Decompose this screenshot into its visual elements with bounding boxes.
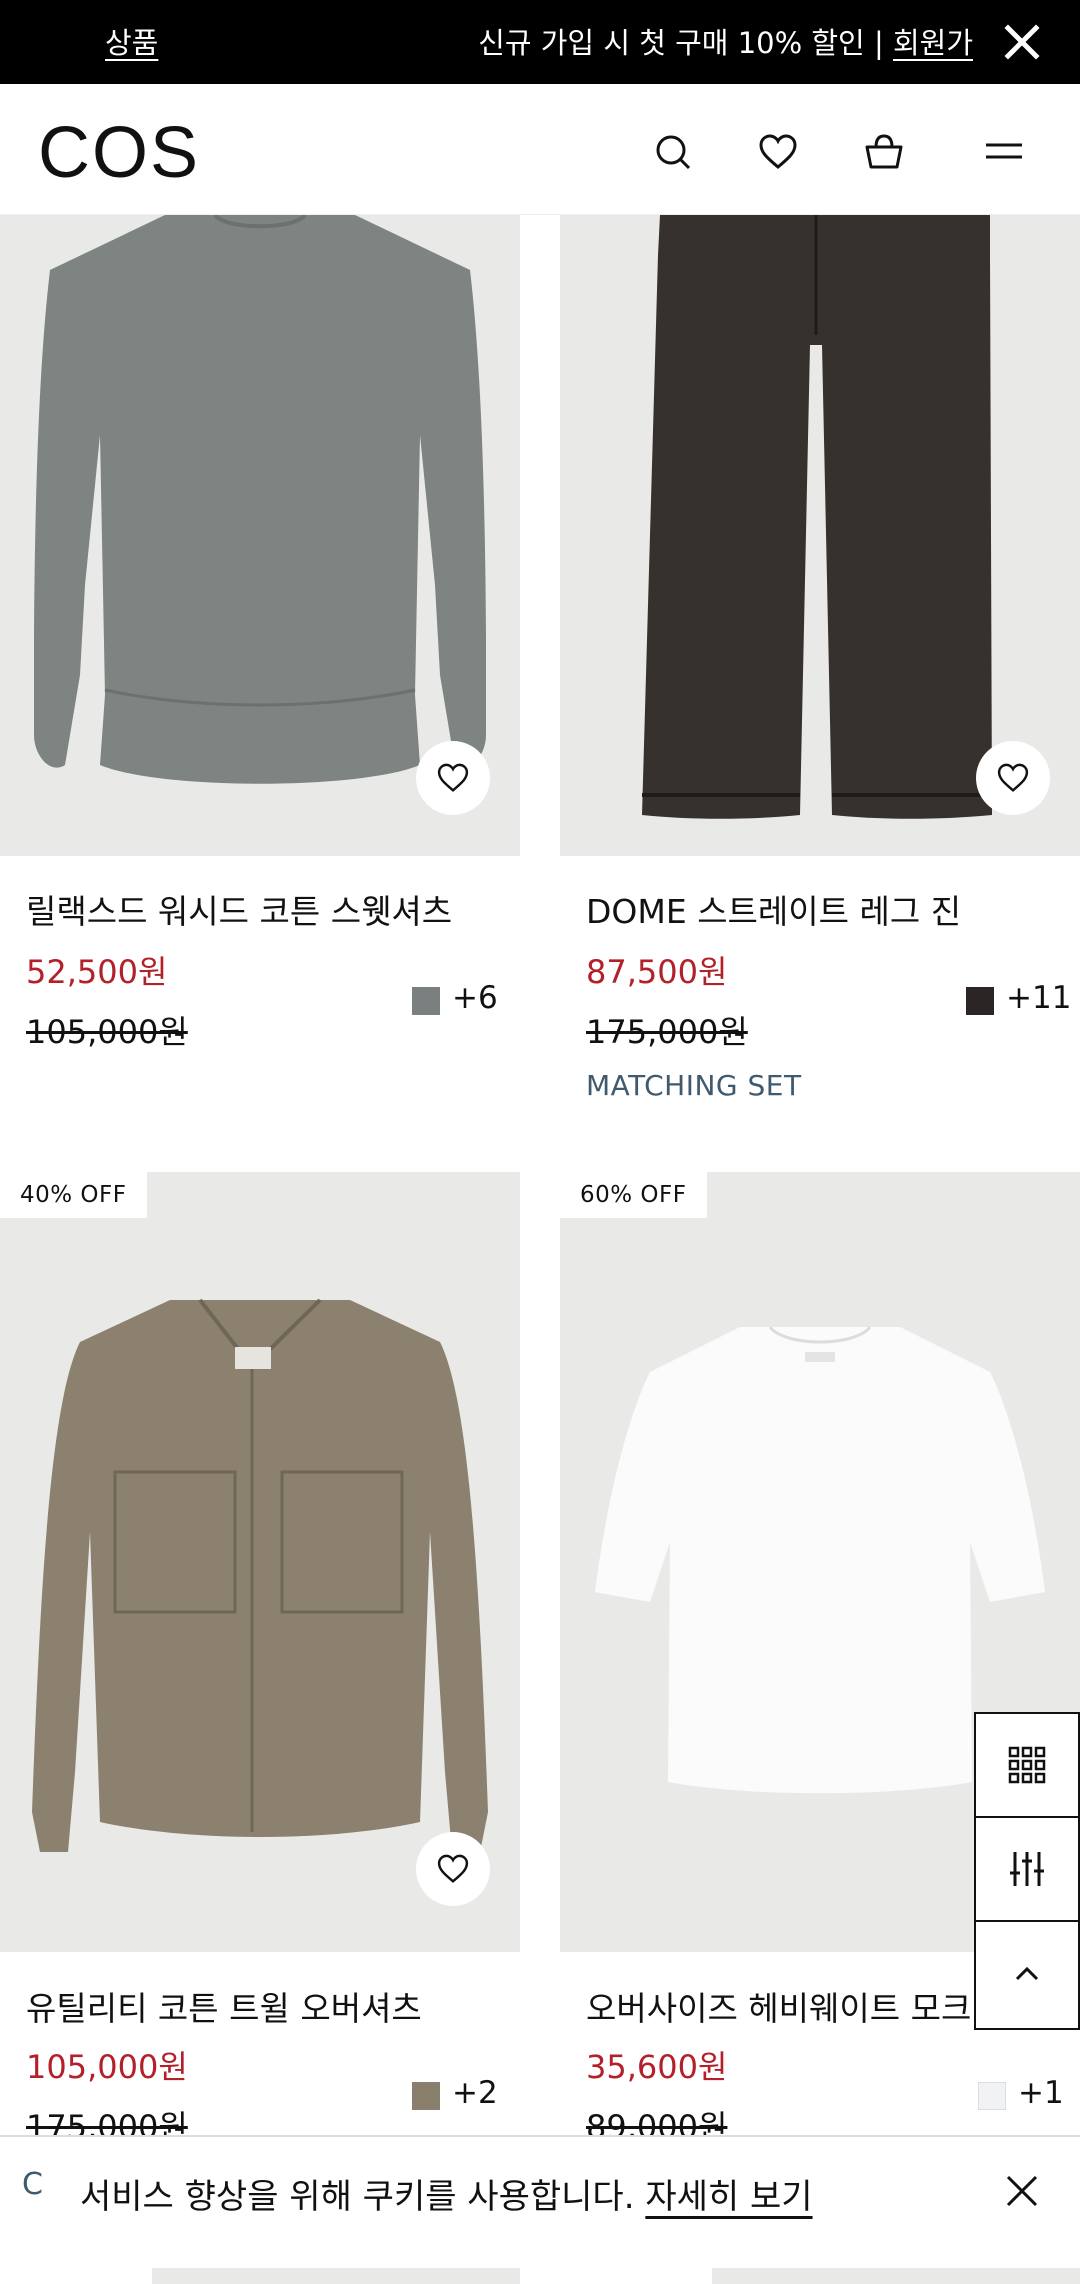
heart-icon xyxy=(997,763,1029,792)
filter-icon xyxy=(1010,1852,1044,1886)
cookie-text: 서비스 향상을 위해 쿠키를 사용합니다. xyxy=(80,2177,646,2217)
product-card[interactable]: 릴랙스드 워시드 코튼 스웻셔츠 52,500원 105,000원 +6 xyxy=(0,215,520,1115)
scroll-top-button[interactable] xyxy=(976,1922,1078,2026)
original-price: 105,000원 xyxy=(26,1013,188,1051)
discount-badge: 40% OFF xyxy=(0,1172,147,1218)
wishlist-button[interactable] xyxy=(416,1832,490,1906)
close-icon[interactable] xyxy=(1000,2169,1044,2213)
floating-toolbar xyxy=(974,1712,1080,2030)
next-product-image xyxy=(152,2268,520,2284)
color-swatch[interactable] xyxy=(966,987,994,1015)
color-swatch[interactable] xyxy=(412,987,440,1015)
chevron-up-icon xyxy=(1015,1966,1039,1981)
more-colors-count: +2 xyxy=(452,2075,498,2111)
product-name[interactable]: DOME 스트레이트 레그 진 xyxy=(586,885,961,933)
cookie-more-link[interactable]: 자세히 보기 xyxy=(645,2177,812,2217)
original-price: 175,000원 xyxy=(586,1013,748,1051)
promo-bar: 상품 신규 가입 시 첫 구매 10% 할인 | 회원가 xyxy=(0,0,1080,84)
product-image[interactable]: 40% OFF xyxy=(0,1172,520,1952)
more-colors-count: +11 xyxy=(1006,980,1072,1016)
sale-price: 105,000원 xyxy=(26,2048,188,2086)
product-image[interactable] xyxy=(560,215,1080,856)
heart-icon xyxy=(437,763,469,792)
sale-price: 35,600원 xyxy=(586,2048,728,2086)
sale-price: 52,500원 xyxy=(26,953,168,991)
promo-member-link[interactable]: 회원가 xyxy=(893,26,973,60)
bag-icon[interactable] xyxy=(862,130,906,174)
cookie-message: 서비스 향상을 위해 쿠키를 사용합니다. 자세히 보기 xyxy=(80,2169,813,2218)
filter-button[interactable] xyxy=(976,1818,1078,1922)
cookie-banner: C 서비스 향상을 위해 쿠키를 사용합니다. 자세히 보기 xyxy=(0,2135,1080,2245)
wishlist-button[interactable] xyxy=(416,741,490,815)
next-product-image xyxy=(712,2268,1080,2284)
site-header: COS xyxy=(0,84,1080,215)
product-name[interactable]: 유틸리티 코튼 트윌 오버셔츠 xyxy=(26,1982,422,2030)
matching-set-link[interactable]: MATCHING SET xyxy=(586,1069,802,1102)
search-icon[interactable] xyxy=(651,130,695,174)
sale-price: 87,500원 xyxy=(586,953,728,991)
cos-logo[interactable]: COS xyxy=(38,112,200,194)
color-swatch[interactable] xyxy=(978,2082,1006,2110)
heart-icon xyxy=(437,1854,469,1883)
product-card[interactable]: 40% OFF 유틸리티 코튼 트윌 오버셔츠 105,000원 175,000… xyxy=(0,1172,520,2146)
product-image[interactable] xyxy=(0,215,520,856)
product-card[interactable]: DOME 스트레이트 레그 진 87,500원 175,000원 +11 MAT… xyxy=(560,215,1080,1115)
menu-icon[interactable] xyxy=(982,130,1026,174)
grid-view-button[interactable] xyxy=(976,1714,1078,1818)
grid-view-icon xyxy=(1008,1746,1046,1784)
color-swatch[interactable] xyxy=(412,2082,440,2110)
product-name[interactable]: 오버사이즈 헤비웨이트 모크 xyxy=(586,1982,971,2030)
more-colors-count: +1 xyxy=(1018,2075,1064,2111)
heart-icon[interactable] xyxy=(756,130,800,174)
promo-text: 신규 가입 시 첫 구매 10% 할인 | xyxy=(478,26,893,60)
wishlist-button[interactable] xyxy=(976,741,1050,815)
cookie-edge-text: C xyxy=(22,2167,43,2202)
promo-products-link[interactable]: 상품 xyxy=(105,20,158,62)
promo-message: 신규 가입 시 첫 구매 10% 할인 | 회원가 xyxy=(478,20,973,62)
product-name[interactable]: 릴랙스드 워시드 코튼 스웻셔츠 xyxy=(26,885,452,933)
close-icon[interactable] xyxy=(1002,22,1042,62)
discount-badge: 60% OFF xyxy=(560,1172,707,1218)
more-colors-count: +6 xyxy=(452,980,498,1016)
